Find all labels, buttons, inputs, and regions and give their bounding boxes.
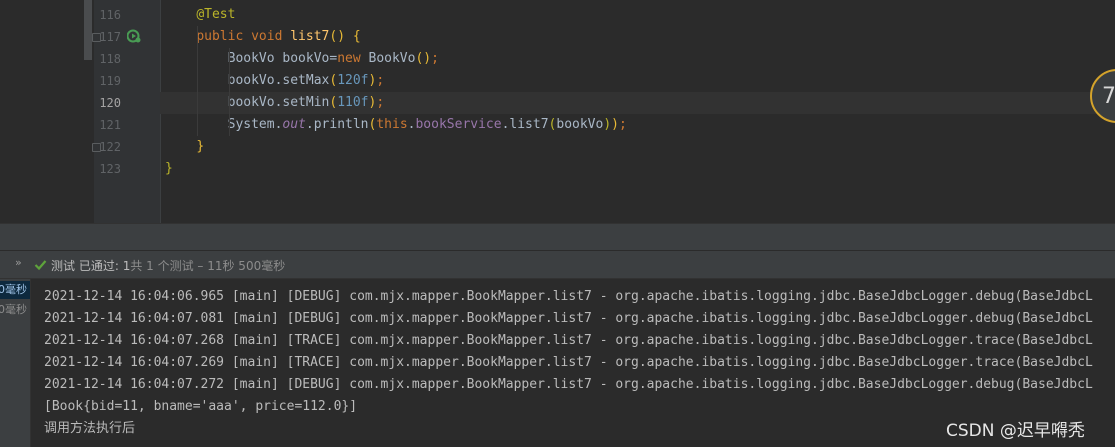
code-token: ) bbox=[603, 117, 612, 132]
test-status: 测试 已通过: 1共 1 个测试 – 11秒 500毫秒 bbox=[51, 257, 285, 274]
code-area[interactable]: @Test public void list7() { BookVo bookV… bbox=[92, 0, 1115, 223]
code-token: .println bbox=[305, 117, 369, 132]
test-duration: 0毫秒 bbox=[0, 303, 27, 316]
console-line: [Book{bid=11, bname='aaa', price=112.0}] bbox=[44, 399, 358, 414]
code-editor[interactable]: 116 117 118 119 120 121 122 123 @Test public vo… bbox=[0, 0, 1115, 223]
line-number: 118 bbox=[99, 52, 121, 66]
code-token: bookVo.setMin bbox=[165, 95, 330, 110]
test-tree-row[interactable]: 0毫秒 bbox=[0, 301, 30, 319]
code-token: () bbox=[415, 51, 432, 66]
run-test-icon[interactable] bbox=[127, 29, 141, 43]
status-label: 测试 已通过: bbox=[51, 259, 123, 273]
code-token: list7 bbox=[290, 29, 330, 44]
test-tree-row[interactable]: 0毫秒 bbox=[0, 281, 30, 299]
code-token: bookService bbox=[415, 117, 502, 132]
code-line: bookVo.setMax(120f); bbox=[160, 70, 1115, 92]
project-panel-scrollbar[interactable] bbox=[84, 0, 92, 60]
project-panel-edge bbox=[0, 0, 94, 223]
test-results-toolbar: » 测试 已通过: 1共 1 个测试 – 11秒 500毫秒 bbox=[0, 251, 1115, 279]
code-token: this bbox=[376, 117, 408, 132]
indent-guide bbox=[229, 48, 230, 136]
code-line: @Test bbox=[160, 4, 1115, 26]
code-line: public void list7() { bbox=[160, 26, 1115, 48]
line-number: 123 bbox=[99, 162, 121, 176]
code-token: @Test bbox=[196, 7, 236, 22]
code-line: System.out.println(this.bookService.list… bbox=[160, 114, 1115, 136]
console-line: 2021-12-14 16:04:07.272 [main] [DEBUG] c… bbox=[44, 377, 1093, 392]
code-line: bookVo.setMin(110f); bbox=[160, 92, 1115, 114]
code-token: public void bbox=[196, 29, 291, 44]
code-token: } bbox=[165, 161, 173, 176]
expand-icon[interactable]: » bbox=[15, 256, 22, 269]
watermark: CSDN @迟早嘚秃 bbox=[946, 421, 1085, 441]
line-number: 121 bbox=[99, 118, 121, 132]
code-token: ; bbox=[431, 51, 439, 66]
console-line: 调用方法执行后 bbox=[44, 421, 136, 436]
code-line: } bbox=[160, 158, 1115, 180]
test-duration: 0毫秒 bbox=[0, 283, 27, 296]
console-line: 2021-12-14 16:04:07.081 [main] [DEBUG] c… bbox=[44, 311, 1093, 326]
code-token: BookVo bookVo= bbox=[165, 51, 338, 66]
status-detail: 共 1 个测试 – 11秒 500毫秒 bbox=[130, 259, 286, 273]
code-token: bookVo bbox=[556, 117, 604, 132]
code-token: ) bbox=[611, 117, 619, 132]
code-token: ; bbox=[619, 117, 627, 132]
code-token: System. bbox=[165, 117, 283, 132]
code-token: 120f bbox=[337, 73, 369, 88]
tool-window-header bbox=[0, 223, 1115, 251]
code-token: out bbox=[282, 117, 306, 132]
fold-close-icon[interactable] bbox=[92, 143, 101, 152]
code-token: ; bbox=[376, 95, 385, 110]
console-line: 2021-12-14 16:04:07.269 [main] [TRACE] c… bbox=[44, 355, 1093, 370]
line-number: 120 bbox=[99, 96, 121, 110]
code-token: 110f bbox=[337, 95, 369, 110]
fold-open-icon[interactable] bbox=[92, 33, 101, 42]
console-line: 2021-12-14 16:04:07.268 [main] [TRACE] c… bbox=[44, 333, 1093, 348]
badge-text: 7 bbox=[1102, 84, 1115, 109]
code-token: () { bbox=[329, 29, 361, 44]
code-token: .list7 bbox=[501, 117, 549, 132]
code-token: bookVo.setMax bbox=[165, 73, 330, 88]
indent-guide bbox=[197, 26, 198, 136]
line-number: 116 bbox=[99, 8, 121, 22]
code-line: BookVo bookVo=new BookVo(); bbox=[160, 48, 1115, 70]
console-line: 2021-12-14 16:04:06.965 [main] [DEBUG] c… bbox=[44, 289, 1093, 304]
code-line: } bbox=[160, 136, 1115, 158]
check-icon bbox=[34, 260, 47, 271]
test-tree-panel[interactable]: 0毫秒 0毫秒 bbox=[0, 279, 31, 447]
code-token: new bbox=[337, 51, 369, 66]
code-token: ; bbox=[376, 73, 385, 88]
code-token: } bbox=[196, 139, 205, 154]
line-number: 119 bbox=[99, 74, 121, 88]
code-token: BookVo bbox=[368, 51, 416, 66]
